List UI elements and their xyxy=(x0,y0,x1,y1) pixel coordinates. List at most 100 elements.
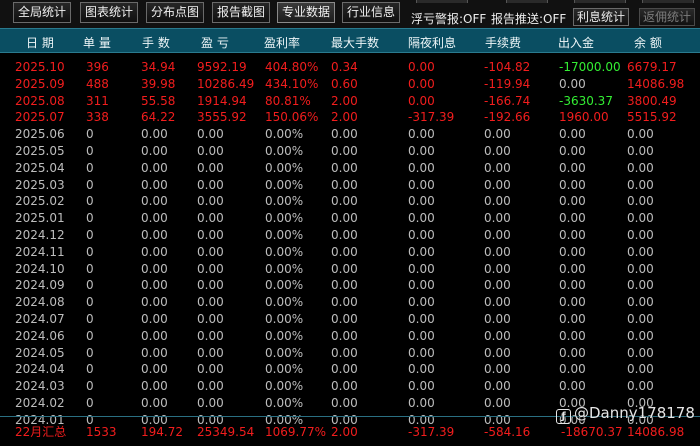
row-pnl: 0.00 xyxy=(197,211,224,226)
row-swap: 0.00 xyxy=(408,295,435,310)
distribution-chart-button[interactable]: 分布点图 xyxy=(146,2,204,23)
row-balance: 0.00 xyxy=(627,177,654,192)
watermark-text: @Danny178178 xyxy=(574,404,695,422)
industry-info-button[interactable]: 行业信息 xyxy=(342,2,400,23)
row-orders: 0 xyxy=(86,295,94,310)
row-orders: 0 xyxy=(86,311,94,326)
row-deposit: 0.00 xyxy=(559,143,586,158)
table-body: 2025.10 396 34.94 9592.19 404.80% 0.34 0.00 -10… xyxy=(0,59,700,429)
float-loss-alert-toggle[interactable]: 浮亏警报:OFF xyxy=(411,10,486,27)
row-pnl: 0.00 xyxy=(197,177,224,192)
row-swap: 0.00 xyxy=(408,76,435,91)
summary-balance: 14086.98 xyxy=(627,425,685,439)
row-fee: 0.00 xyxy=(484,345,511,360)
row-fee: 0.00 xyxy=(484,261,511,276)
row-fee: 0.00 xyxy=(484,362,511,377)
row-pnl: 10286.49 xyxy=(197,76,255,91)
pro-data-button[interactable]: 专业数据 xyxy=(277,2,335,23)
row-profit-rate: 0.00% xyxy=(265,244,304,259)
row-pnl: 0.00 xyxy=(197,295,224,310)
row-swap: 0.00 xyxy=(408,261,435,276)
summary-fee: -584.16 xyxy=(484,425,531,439)
row-balance: 14086.98 xyxy=(627,76,685,91)
row-orders: 0 xyxy=(86,345,94,360)
row-date: 2024.05 xyxy=(15,345,65,360)
row-balance: 0.00 xyxy=(627,160,654,175)
table-row: 2025.07 338 64.22 3555.92 150.06% 2.00 -317.39… xyxy=(0,109,700,126)
table-row: 2025.10 396 34.94 9592.19 404.80% 0.34 0.00 -10… xyxy=(0,59,700,76)
row-date: 2024.03 xyxy=(15,379,65,394)
row-orders: 0 xyxy=(86,278,94,293)
row-swap: 0.00 xyxy=(408,93,435,108)
row-fee: 0.00 xyxy=(484,194,511,209)
row-date: 2025.02 xyxy=(15,194,65,209)
row-balance: 0.00 xyxy=(627,295,654,310)
row-fee: 0.00 xyxy=(484,328,511,343)
row-lots: 0.00 xyxy=(141,143,168,158)
row-date: 2025.10 xyxy=(15,60,65,74)
row-pnl: 0.00 xyxy=(197,160,224,175)
row-orders: 0 xyxy=(86,177,94,192)
row-lots: 0.00 xyxy=(141,227,168,242)
row-orders: 0 xyxy=(86,211,94,226)
row-orders: 338 xyxy=(86,110,109,125)
chart-stats-button[interactable]: 图表统计 xyxy=(80,2,138,23)
row-swap: 0.00 xyxy=(408,278,435,293)
row-swap: 0.00 xyxy=(408,362,435,377)
table-row: 2025.03 0 0.00 0.00 0.00% 0.00 0.00 0.00 0.00 0.0… xyxy=(0,177,700,194)
row-balance: 0.00 xyxy=(627,261,654,276)
summary-swap: -317.39 xyxy=(408,425,455,439)
table-row: 2025.09 488 39.98 10286.49 434.10% 0.60 0.00 -1… xyxy=(0,76,700,93)
row-profit-rate: 0.00% xyxy=(265,345,304,360)
row-orders: 0 xyxy=(86,379,94,394)
row-pnl: 0.00 xyxy=(197,227,224,242)
header-swap: 隔夜利息 xyxy=(408,36,457,50)
row-lots: 55.58 xyxy=(141,93,176,108)
row-deposit: 0.00 xyxy=(559,261,586,276)
row-lots: 0.00 xyxy=(141,177,168,192)
row-max-lots: 0.00 xyxy=(331,261,358,276)
rebate-stats-button[interactable]: 返佣统计 xyxy=(639,8,695,26)
table-row: 2025.02 0 0.00 0.00 0.00% 0.00 0.00 0.00 0.00 0.0… xyxy=(0,193,700,210)
header-date: 日 期 xyxy=(26,36,54,50)
row-orders: 311 xyxy=(86,93,109,108)
row-balance: 0.00 xyxy=(627,194,654,209)
row-balance: 0.00 xyxy=(627,244,654,259)
row-deposit: -3630.37 xyxy=(559,93,613,108)
report-push-toggle[interactable]: 报告推送:OFF xyxy=(491,10,566,27)
row-deposit: 0.00 xyxy=(559,227,586,242)
report-screenshot-button[interactable]: 报告截图 xyxy=(212,2,270,23)
row-swap: 0.00 xyxy=(408,60,435,74)
header-deposit: 出入金 xyxy=(558,36,595,50)
row-swap: 0.00 xyxy=(408,345,435,360)
row-swap: 0.00 xyxy=(408,379,435,394)
row-date: 2025.05 xyxy=(15,143,65,158)
row-pnl: 0.00 xyxy=(197,328,224,343)
row-orders: 0 xyxy=(86,362,94,377)
row-fee: 0.00 xyxy=(484,227,511,242)
row-lots: 0.00 xyxy=(141,244,168,259)
row-fee: -104.82 xyxy=(484,60,531,74)
row-max-lots: 0.00 xyxy=(331,311,358,326)
row-swap: 0.00 xyxy=(408,395,435,410)
row-deposit: 0.00 xyxy=(559,345,586,360)
row-date: 2024.12 xyxy=(15,227,65,242)
row-profit-rate: 0.00% xyxy=(265,379,304,394)
row-pnl: 0.00 xyxy=(197,379,224,394)
row-max-lots: 0.00 xyxy=(331,295,358,310)
row-lots: 0.00 xyxy=(141,362,168,377)
row-lots: 0.00 xyxy=(141,395,168,410)
toolbar: 全局统计 图表统计 分布点图 报告截图 专业数据 行业信息 浮亏警报:OFF 报… xyxy=(0,0,700,28)
row-deposit: 0.00 xyxy=(559,177,586,192)
row-pnl: 0.00 xyxy=(197,244,224,259)
row-fee: -166.74 xyxy=(484,93,531,108)
row-swap: 0.00 xyxy=(408,127,435,142)
interest-stats-button[interactable]: 利息统计 xyxy=(573,8,629,26)
summary-pnl: 25349.54 xyxy=(197,425,255,439)
table-row: 2025.08 311 55.58 1914.94 80.81% 2.00 0.00 -166… xyxy=(0,93,700,110)
row-profit-rate: 0.00% xyxy=(265,311,304,326)
global-stats-button[interactable]: 全局统计 xyxy=(13,2,71,23)
row-fee: 0.00 xyxy=(484,395,511,410)
row-fee: 0.00 xyxy=(484,278,511,293)
row-deposit: 1960.00 xyxy=(559,110,609,125)
